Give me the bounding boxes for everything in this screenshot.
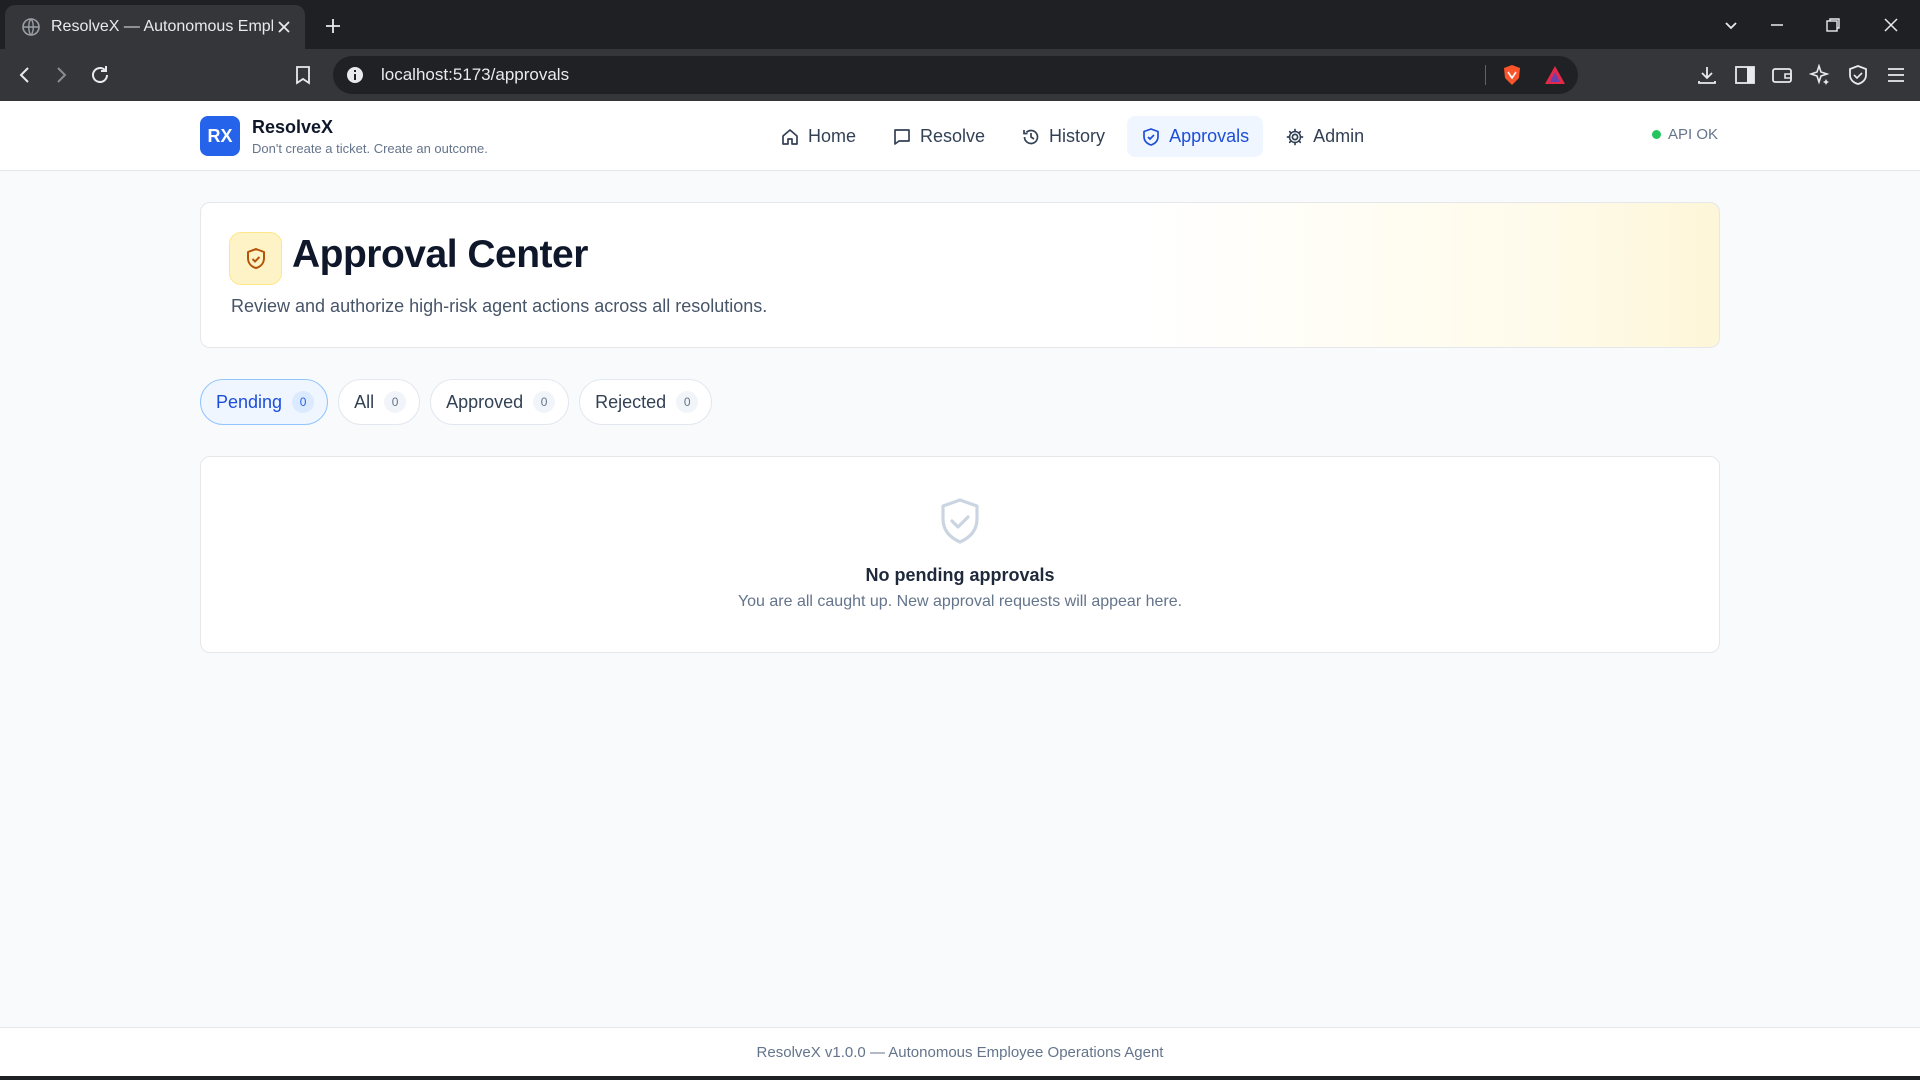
leo-ai-icon[interactable]: [1806, 61, 1834, 89]
home-icon: [782, 128, 798, 145]
menu-icon[interactable]: [1882, 61, 1910, 89]
new-tab-icon[interactable]: [320, 13, 346, 39]
page-subtitle: Review and authorize high-risk agent act…: [231, 296, 768, 316]
filter-pending[interactable]: Pending 0: [200, 379, 329, 425]
nav-resolve[interactable]: Resolve: [878, 116, 999, 157]
app-logo[interactable]: RX: [200, 116, 240, 156]
main-nav: Home Resolve History Approvals Admin: [766, 116, 1378, 157]
shield-check-icon: [1143, 127, 1159, 146]
downloads-icon[interactable]: [1693, 61, 1721, 89]
empty-state-card: No pending approvals You are all caught …: [200, 456, 1720, 653]
nav-approvals[interactable]: Approvals: [1127, 116, 1264, 157]
forward-icon[interactable]: [47, 61, 75, 89]
url-text[interactable]: localhost:5173/approvals: [381, 56, 569, 94]
back-icon[interactable]: [11, 61, 39, 89]
reload-icon[interactable]: [86, 61, 114, 89]
hero-icon-badge: [229, 232, 282, 285]
filter-all-count: 0: [384, 391, 407, 413]
nav-admin[interactable]: Admin: [1271, 116, 1378, 157]
browser-toolbar: localhost:5173/approvals: [0, 49, 1920, 101]
close-tab-icon[interactable]: [273, 16, 295, 38]
nav-home-label: Home: [808, 126, 857, 146]
brave-rewards-icon[interactable]: [1544, 64, 1566, 86]
filter-all[interactable]: All 0: [338, 379, 421, 425]
filter-pending-count: 0: [292, 391, 315, 413]
page-title: Approval Center: [292, 233, 588, 276]
page-viewport: RX ResolveX Don't create a ticket. Creat…: [0, 101, 1920, 1076]
empty-state-subtitle: You are all caught up. New approval requ…: [737, 593, 1183, 610]
filter-tabs: Pending 0 All 0 Approved 0 Rejected 0: [200, 379, 713, 425]
chat-icon: [894, 128, 910, 145]
status-dot: [1652, 130, 1661, 139]
shield-check-icon: [246, 247, 265, 269]
brave-shield-icon[interactable]: [1501, 64, 1523, 86]
minimize-icon[interactable]: [1762, 12, 1792, 38]
address-bar-divider: [1485, 65, 1486, 85]
tab-title: ResolveX — Autonomous Employee Operation…: [51, 18, 273, 35]
approval-center-header: Approval Center Review and authorize hig…: [200, 202, 1720, 348]
nav-approvals-label: Approvals: [1169, 126, 1250, 146]
filter-rejected[interactable]: Rejected 0: [579, 379, 713, 425]
sidebar-icon[interactable]: [1731, 61, 1759, 89]
tab-search-chevron-icon[interactable]: [1716, 12, 1746, 38]
filter-approved-label: Approved: [446, 391, 524, 412]
app-header: RX ResolveX Don't create a ticket. Creat…: [0, 101, 1920, 171]
browser-tabstrip: ResolveX — Autonomous Employee Operation…: [0, 0, 1920, 49]
nav-history[interactable]: History: [1007, 116, 1119, 157]
app-name: ResolveX: [252, 117, 334, 137]
nav-history-label: History: [1049, 126, 1106, 146]
filter-rejected-label: Rejected: [595, 391, 667, 412]
api-status: API OK: [1652, 126, 1718, 143]
gear-icon: [1286, 128, 1304, 145]
filter-rejected-count: 0: [676, 391, 699, 413]
nav-admin-label: Admin: [1313, 126, 1365, 146]
nav-resolve-label: Resolve: [920, 126, 986, 146]
nav-home[interactable]: Home: [766, 116, 870, 157]
shield-check-icon: [941, 498, 979, 544]
app-footer: ResolveX v1.0.0 — Autonomous Employee Op…: [0, 1027, 1920, 1076]
restore-icon[interactable]: [1818, 12, 1848, 38]
app-tagline: Don't create a ticket. Create an outcome…: [252, 141, 488, 156]
filter-pending-label: Pending: [216, 391, 283, 412]
history-icon: [1023, 129, 1039, 144]
wallet-icon[interactable]: [1768, 61, 1796, 89]
empty-state-title: No pending approvals: [865, 565, 1055, 585]
address-bar[interactable]: localhost:5173/approvals: [333, 56, 1578, 94]
filter-all-label: All: [354, 391, 375, 412]
bookmark-icon[interactable]: [289, 61, 317, 89]
filter-approved[interactable]: Approved 0: [430, 379, 570, 425]
filter-approved-count: 0: [533, 391, 556, 413]
api-status-text: API OK: [1668, 126, 1719, 143]
close-window-icon[interactable]: [1876, 12, 1906, 38]
site-info-icon[interactable]: [345, 65, 365, 85]
vpn-shield-icon[interactable]: [1844, 61, 1872, 89]
browser-tab[interactable]: ResolveX — Autonomous Employee Operation…: [5, 5, 305, 49]
globe-icon: [22, 18, 40, 36]
window-bottom-edge: [0, 1076, 1920, 1080]
